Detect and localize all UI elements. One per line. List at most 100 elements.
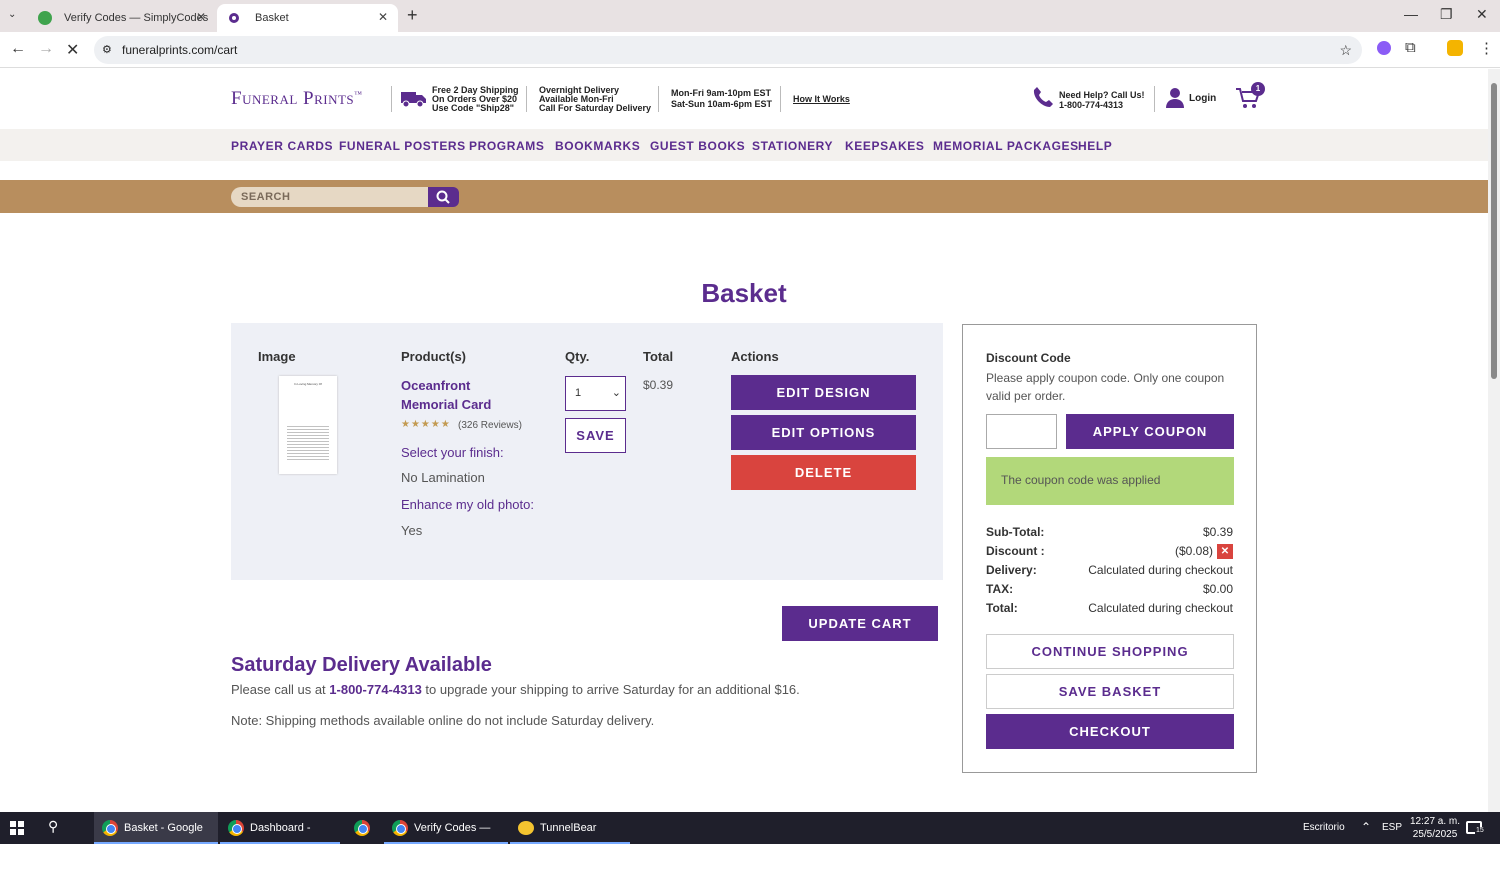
plus-icon[interactable]: +	[407, 5, 418, 26]
chevron-up-icon[interactable]: ⌃	[1361, 820, 1371, 834]
apply-coupon-button[interactable]: APPLY COUPON	[1066, 414, 1234, 449]
save-basket-button[interactable]: SAVE BASKET	[986, 674, 1234, 709]
nav-bookmarks[interactable]: BOOKMARKS	[555, 139, 640, 153]
page-scrollbar[interactable]	[1488, 69, 1500, 812]
nav-help[interactable]: HELP	[1078, 139, 1112, 153]
photo-value: Yes	[401, 523, 423, 538]
chrome-icon	[228, 820, 244, 836]
page-title: Basket	[701, 278, 787, 308]
thumbnail-title: In Loving Memory Of	[294, 382, 322, 386]
restore-icon[interactable]: ❐	[1440, 6, 1453, 23]
nav-programs[interactable]: PROGRAMS	[469, 139, 544, 153]
subtotal-row: Sub-Total: $0.39	[986, 525, 1233, 539]
desktop-label[interactable]: Escritorio	[1303, 822, 1345, 833]
col-header-products: Product(s)	[401, 349, 466, 364]
menu-icon[interactable]: ⋮	[1479, 39, 1494, 57]
delete-button[interactable]: DELETE	[731, 455, 916, 490]
remove-discount-icon[interactable]: ✕	[1217, 544, 1233, 559]
cart-count-badge: 1	[1251, 82, 1265, 96]
how-it-works-link[interactable]: How It Works	[793, 95, 850, 104]
nav-guest-books[interactable]: GUEST BOOKS	[650, 139, 745, 153]
checkout-button[interactable]: CHECKOUT	[986, 714, 1234, 749]
saturday-phone-link[interactable]: 1-800-774-4313	[329, 682, 422, 697]
nav-memorial-packages[interactable]: MEMORIAL PACKAGES	[933, 139, 1079, 153]
close-tab-icon[interactable]: ✕	[196, 10, 206, 24]
item-total: $0.39	[643, 378, 674, 392]
notification-icon[interactable]: 15	[1466, 821, 1485, 834]
windows-start-icon[interactable]	[10, 821, 24, 835]
close-tab-icon[interactable]: ✕	[378, 10, 388, 24]
total-row: Total: Calculated during checkout	[986, 601, 1233, 615]
address-bar: ← → ✕ ⚙ funeralprints.com/cart ☆ ⧉ ⋮	[0, 32, 1500, 68]
nav-funeral-posters[interactable]: FUNERAL POSTERS	[339, 139, 466, 153]
user-icon[interactable]	[1165, 87, 1185, 114]
search-icon[interactable]: ⚲	[48, 818, 58, 835]
puzzle-icon[interactable]: ⧉	[1405, 39, 1416, 56]
search-icon	[436, 190, 450, 204]
login-link[interactable]: Login	[1189, 93, 1216, 104]
taskbar-item-dashboard[interactable]: Dashboard - Googl...	[220, 812, 340, 866]
help-call[interactable]: Need Help? Call Us! 1-800-774-4313	[1059, 90, 1145, 110]
truck-icon	[401, 90, 427, 108]
product-name-link[interactable]: Oceanfront Memorial Card	[401, 376, 531, 414]
close-window-icon[interactable]: ✕	[1476, 6, 1488, 23]
cart-icon[interactable]: 1	[1235, 82, 1265, 115]
bookmark-star-icon[interactable]: ☆	[1339, 36, 1352, 64]
stop-loading-icon[interactable]: ✕	[66, 40, 79, 60]
delivery-row: Delivery: Calculated during checkout	[986, 563, 1233, 577]
forward-icon[interactable]: →	[38, 40, 54, 58]
browser-tab-bar: ⌄ Verify Codes — SimplyCodes ✕ Basket ✕ …	[0, 0, 1500, 32]
nav-stationery[interactable]: STATIONERY	[752, 139, 833, 153]
site-logo[interactable]: Funeral Prints™	[231, 88, 363, 110]
shipping-promo: Free 2 Day Shipping On Orders Over $20 Use…	[432, 85, 519, 113]
site-info-icon[interactable]: ⚙	[102, 36, 112, 64]
nav-keepsakes[interactable]: KEEPSAKES	[845, 139, 924, 153]
taskbar-item-verify-codes[interactable]: Verify Codes — Sim...	[384, 812, 508, 866]
continue-shopping-button[interactable]: CONTINUE SHOPPING	[986, 634, 1234, 669]
clock[interactable]: 12:27 a. m. 25/5/2025	[1410, 815, 1460, 841]
language-indicator[interactable]: ESP	[1382, 822, 1402, 833]
saturday-delivery-heading: Saturday Delivery Available	[231, 654, 492, 676]
taskbar-item-basket[interactable]: Basket - Google Ch...	[94, 812, 218, 866]
nav-prayer-cards[interactable]: PRAYER CARDS	[231, 139, 333, 153]
tunnelbear-icon	[518, 821, 534, 835]
tab-simplycodes[interactable]: Verify Codes — SimplyCodes ✕	[26, 4, 216, 32]
main-nav: PRAYER CARDS FUNERAL POSTERS PROGRAMS BO…	[0, 129, 1488, 161]
edit-options-button[interactable]: EDIT OPTIONS	[731, 415, 916, 450]
col-header-actions: Actions	[731, 349, 779, 364]
profile-icon[interactable]	[1447, 40, 1463, 56]
tab-title: Verify Codes — SimplyCodes	[64, 12, 209, 24]
photo-label: Enhance my old photo:	[401, 497, 534, 512]
tab-basket[interactable]: Basket ✕	[217, 4, 398, 32]
product-thumbnail[interactable]: In Loving Memory Of	[279, 376, 337, 474]
simplycodes-favicon	[38, 11, 52, 25]
tab-title: Basket	[255, 12, 289, 24]
cart-items-panel: Image Product(s) Qty. Total Actions In L…	[231, 323, 943, 580]
save-qty-button[interactable]: SAVE	[565, 418, 626, 453]
col-header-image: Image	[258, 349, 296, 364]
overnight-info: Overnight Delivery Available Mon-Fri Call …	[539, 85, 652, 113]
review-count-link[interactable]: (326 Reviews)	[458, 420, 522, 431]
extension-icon[interactable]	[1377, 41, 1391, 55]
discount-row: Discount : ($0.08) ✕	[986, 544, 1233, 559]
edit-design-button[interactable]: EDIT DESIGN	[731, 375, 916, 410]
order-summary-panel: Discount Code Please apply coupon code. …	[962, 324, 1257, 773]
finish-value: No Lamination	[401, 470, 485, 485]
search-input[interactable]: SEARCH	[231, 187, 431, 207]
discount-heading: Discount Code	[986, 351, 1071, 365]
taskbar-item-chrome[interactable]	[346, 812, 382, 844]
minimize-icon[interactable]: —	[1404, 6, 1418, 22]
qty-select[interactable]: 1 ⌄	[565, 376, 626, 411]
tab-search-icon[interactable]: ⌄	[8, 9, 16, 20]
funeralprints-favicon	[229, 13, 239, 23]
back-icon[interactable]: ←	[10, 40, 26, 58]
url-input[interactable]: ⚙ funeralprints.com/cart ☆	[94, 36, 1362, 64]
business-hours: Mon-Fri 9am-10pm EST Sat-Sun 10am-6pm EST	[671, 88, 773, 109]
coupon-code-input[interactable]	[986, 414, 1057, 449]
taskbar-item-tunnelbear[interactable]: TunnelBear	[510, 812, 630, 844]
col-header-qty: Qty.	[565, 349, 590, 364]
windows-taskbar: ⚲ Basket - Google Ch... Dashboard - Goog…	[0, 812, 1500, 866]
search-band: SEARCH	[0, 180, 1488, 213]
search-button[interactable]	[428, 187, 459, 207]
update-cart-button[interactable]: UPDATE CART	[782, 606, 938, 641]
